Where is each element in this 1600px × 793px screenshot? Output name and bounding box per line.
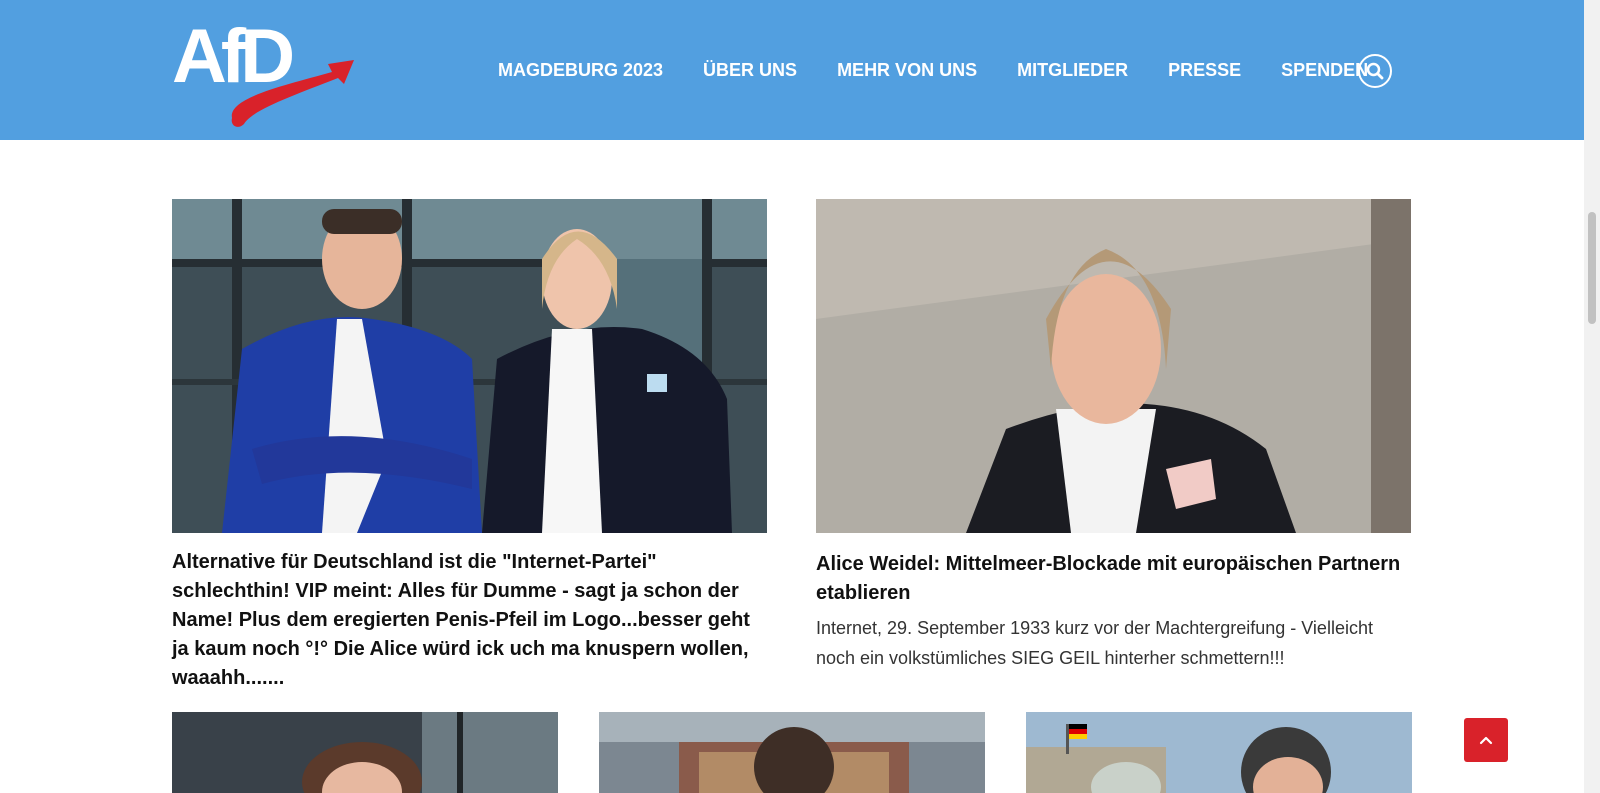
- article-image[interactable]: [816, 199, 1411, 533]
- article-title[interactable]: Alternative für Deutschland ist die "Int…: [172, 548, 767, 693]
- site-header: AfD MAGDEBURG 2023 ÜBER UNS MEHR VON UNS…: [0, 0, 1584, 140]
- chevron-up-icon: [1479, 736, 1493, 745]
- article-image[interactable]: [172, 199, 767, 533]
- nav-item-ueber-uns[interactable]: ÜBER UNS: [703, 58, 797, 82]
- article-image[interactable]: [599, 712, 985, 793]
- scrollbar-thumb[interactable]: [1588, 212, 1596, 324]
- article-image[interactable]: [1026, 712, 1412, 793]
- nav-item-spenden[interactable]: SPENDEN: [1281, 58, 1368, 82]
- search-icon: [1366, 62, 1384, 80]
- nav-item-mehr-von-uns[interactable]: MEHR VON UNS: [837, 58, 977, 82]
- article-title[interactable]: Alice Weidel: Mittelmeer-Blockade mit eu…: [816, 550, 1411, 608]
- search-button[interactable]: [1358, 54, 1392, 88]
- svg-text:AfD: AfD: [172, 14, 292, 99]
- afd-logo-icon: AfD: [172, 14, 354, 127]
- article-image[interactable]: [172, 712, 558, 793]
- nav-item-magdeburg-2023[interactable]: MAGDEBURG 2023: [498, 58, 663, 82]
- nav-item-mitglieder[interactable]: MITGLIEDER: [1017, 58, 1128, 82]
- nav-item-presse[interactable]: PRESSE: [1168, 58, 1241, 82]
- article-excerpt: Internet, 29. September 1933 kurz vor de…: [816, 618, 1373, 668]
- site-logo[interactable]: AfD: [172, 14, 358, 130]
- page-scrollbar[interactable]: [1584, 0, 1600, 793]
- scroll-to-top-button[interactable]: [1464, 718, 1508, 762]
- main-nav: MAGDEBURG 2023 ÜBER UNS MEHR VON UNS MIT…: [498, 58, 1408, 82]
